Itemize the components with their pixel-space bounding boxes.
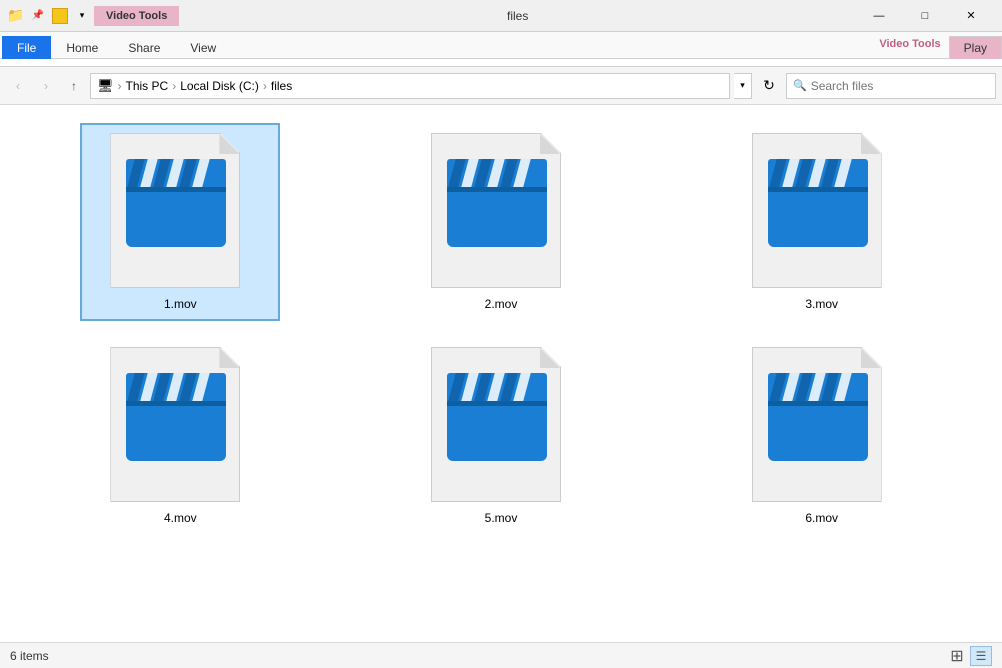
- document-background: [752, 133, 882, 288]
- document-background: [431, 133, 561, 288]
- clapper-icon: [126, 373, 226, 461]
- filename: 1.mov: [164, 297, 197, 311]
- filename: 2.mov: [485, 297, 518, 311]
- clapper-icon: [126, 159, 226, 247]
- breadcrumb-home-icon: 🖥: [97, 78, 114, 94]
- file-item[interactable]: 2.mov: [401, 123, 601, 321]
- clapper-top: [768, 159, 868, 187]
- details-view-button[interactable]: ☰: [970, 646, 992, 666]
- clapper-icon: [768, 373, 868, 461]
- file-item[interactable]: 5.mov: [401, 337, 601, 535]
- address-dropdown-button[interactable]: ▾: [734, 73, 752, 99]
- clapper-bottom: [126, 406, 226, 461]
- file-icon: [431, 347, 571, 507]
- file-icon: [752, 347, 892, 507]
- up-button[interactable]: ↑: [62, 74, 86, 98]
- file-icon: [431, 133, 571, 293]
- titlebar-icons: 📁 📌 ▾: [8, 8, 90, 24]
- tab-view[interactable]: View: [175, 36, 231, 59]
- clapper-bottom: [126, 192, 226, 247]
- file-item[interactable]: 3.mov: [722, 123, 922, 321]
- file-item[interactable]: 6.mov: [722, 337, 922, 535]
- maximize-button[interactable]: □: [902, 0, 948, 32]
- clapper-bottom: [447, 192, 547, 247]
- statusbar: 6 items ⊞ ☰: [0, 642, 1002, 668]
- search-icon: 🔍: [793, 79, 807, 92]
- breadcrumb-this-pc[interactable]: This PC: [126, 79, 169, 93]
- clapper-top: [447, 373, 547, 401]
- video-tools-label: Video Tools: [94, 6, 179, 26]
- file-icon: [110, 133, 250, 293]
- clapper-stripes: [769, 159, 852, 187]
- main-content: 1.mov: [0, 105, 1002, 642]
- file-grid: 1.mov: [0, 105, 1002, 642]
- quick-access-icon: 📁: [8, 8, 24, 24]
- clapper-icon: [447, 159, 547, 247]
- refresh-button[interactable]: ↻: [756, 73, 782, 99]
- search-bar: 🔍: [786, 73, 996, 99]
- breadcrumb-sep-2: ›: [172, 79, 176, 93]
- view-buttons: ⊞ ☰: [946, 646, 992, 666]
- clapper-icon: [447, 373, 547, 461]
- clapper-top: [126, 159, 226, 187]
- folder-icon: [52, 8, 68, 24]
- clapper-icon: [768, 159, 868, 247]
- file-item[interactable]: 4.mov: [80, 337, 280, 535]
- large-icons-view-button[interactable]: ⊞: [946, 646, 968, 666]
- filename: 3.mov: [805, 297, 838, 311]
- search-input[interactable]: [811, 79, 989, 93]
- document-background: [431, 347, 561, 502]
- pin-icon: 📌: [30, 8, 46, 24]
- forward-button[interactable]: ›: [34, 74, 58, 98]
- clapper-stripes: [128, 159, 211, 187]
- back-button[interactable]: ‹: [6, 74, 30, 98]
- clapper-stripes: [448, 373, 531, 401]
- document-background: [752, 347, 882, 502]
- clapper-bottom: [447, 406, 547, 461]
- ribbon: File Home Share View Video Tools Play: [0, 32, 1002, 67]
- titlebar: 📁 📌 ▾ Video Tools files — □ ✕: [0, 0, 1002, 32]
- clapper-top: [126, 373, 226, 401]
- document-background: [110, 133, 240, 288]
- file-icon: [110, 347, 250, 507]
- clapper-stripes: [448, 159, 531, 187]
- close-button[interactable]: ✕: [948, 0, 994, 32]
- breadcrumb-sep-1: ›: [118, 79, 122, 93]
- window-title: files: [183, 9, 852, 23]
- breadcrumb-bar[interactable]: 🖥 › This PC › Local Disk (C:) › files: [90, 73, 730, 99]
- clapper-bottom: [768, 406, 868, 461]
- tab-home[interactable]: Home: [51, 36, 113, 59]
- breadcrumb-sep-3: ›: [263, 79, 267, 93]
- minimize-button[interactable]: —: [856, 0, 902, 32]
- tab-share[interactable]: Share: [113, 36, 175, 59]
- clapper-bottom: [768, 192, 868, 247]
- file-icon: [752, 133, 892, 293]
- ribbon-content: [0, 58, 1002, 66]
- window-controls: — □ ✕: [856, 0, 994, 32]
- down-arrow-icon: ▾: [74, 8, 90, 24]
- clapper-stripes: [769, 373, 852, 401]
- breadcrumb-local-disk[interactable]: Local Disk (C:): [180, 79, 259, 93]
- document-background: [110, 347, 240, 502]
- ribbon-tabs: File Home Share View Video Tools Play: [0, 32, 1002, 58]
- filename: 4.mov: [164, 511, 197, 525]
- clapper-top: [768, 373, 868, 401]
- clapper-top: [447, 159, 547, 187]
- video-tools-tab-label: Video Tools: [871, 34, 948, 54]
- filename: 6.mov: [805, 511, 838, 525]
- filename: 5.mov: [485, 511, 518, 525]
- file-item[interactable]: 1.mov: [80, 123, 280, 321]
- tab-play[interactable]: Play: [949, 36, 1002, 59]
- breadcrumb-files[interactable]: files: [271, 79, 292, 93]
- clapper-stripes: [128, 373, 211, 401]
- item-count: 6 items: [10, 649, 49, 663]
- tab-file[interactable]: File: [2, 36, 51, 59]
- addressbar: ‹ › ↑ 🖥 › This PC › Local Disk (C:) › fi…: [0, 67, 1002, 105]
